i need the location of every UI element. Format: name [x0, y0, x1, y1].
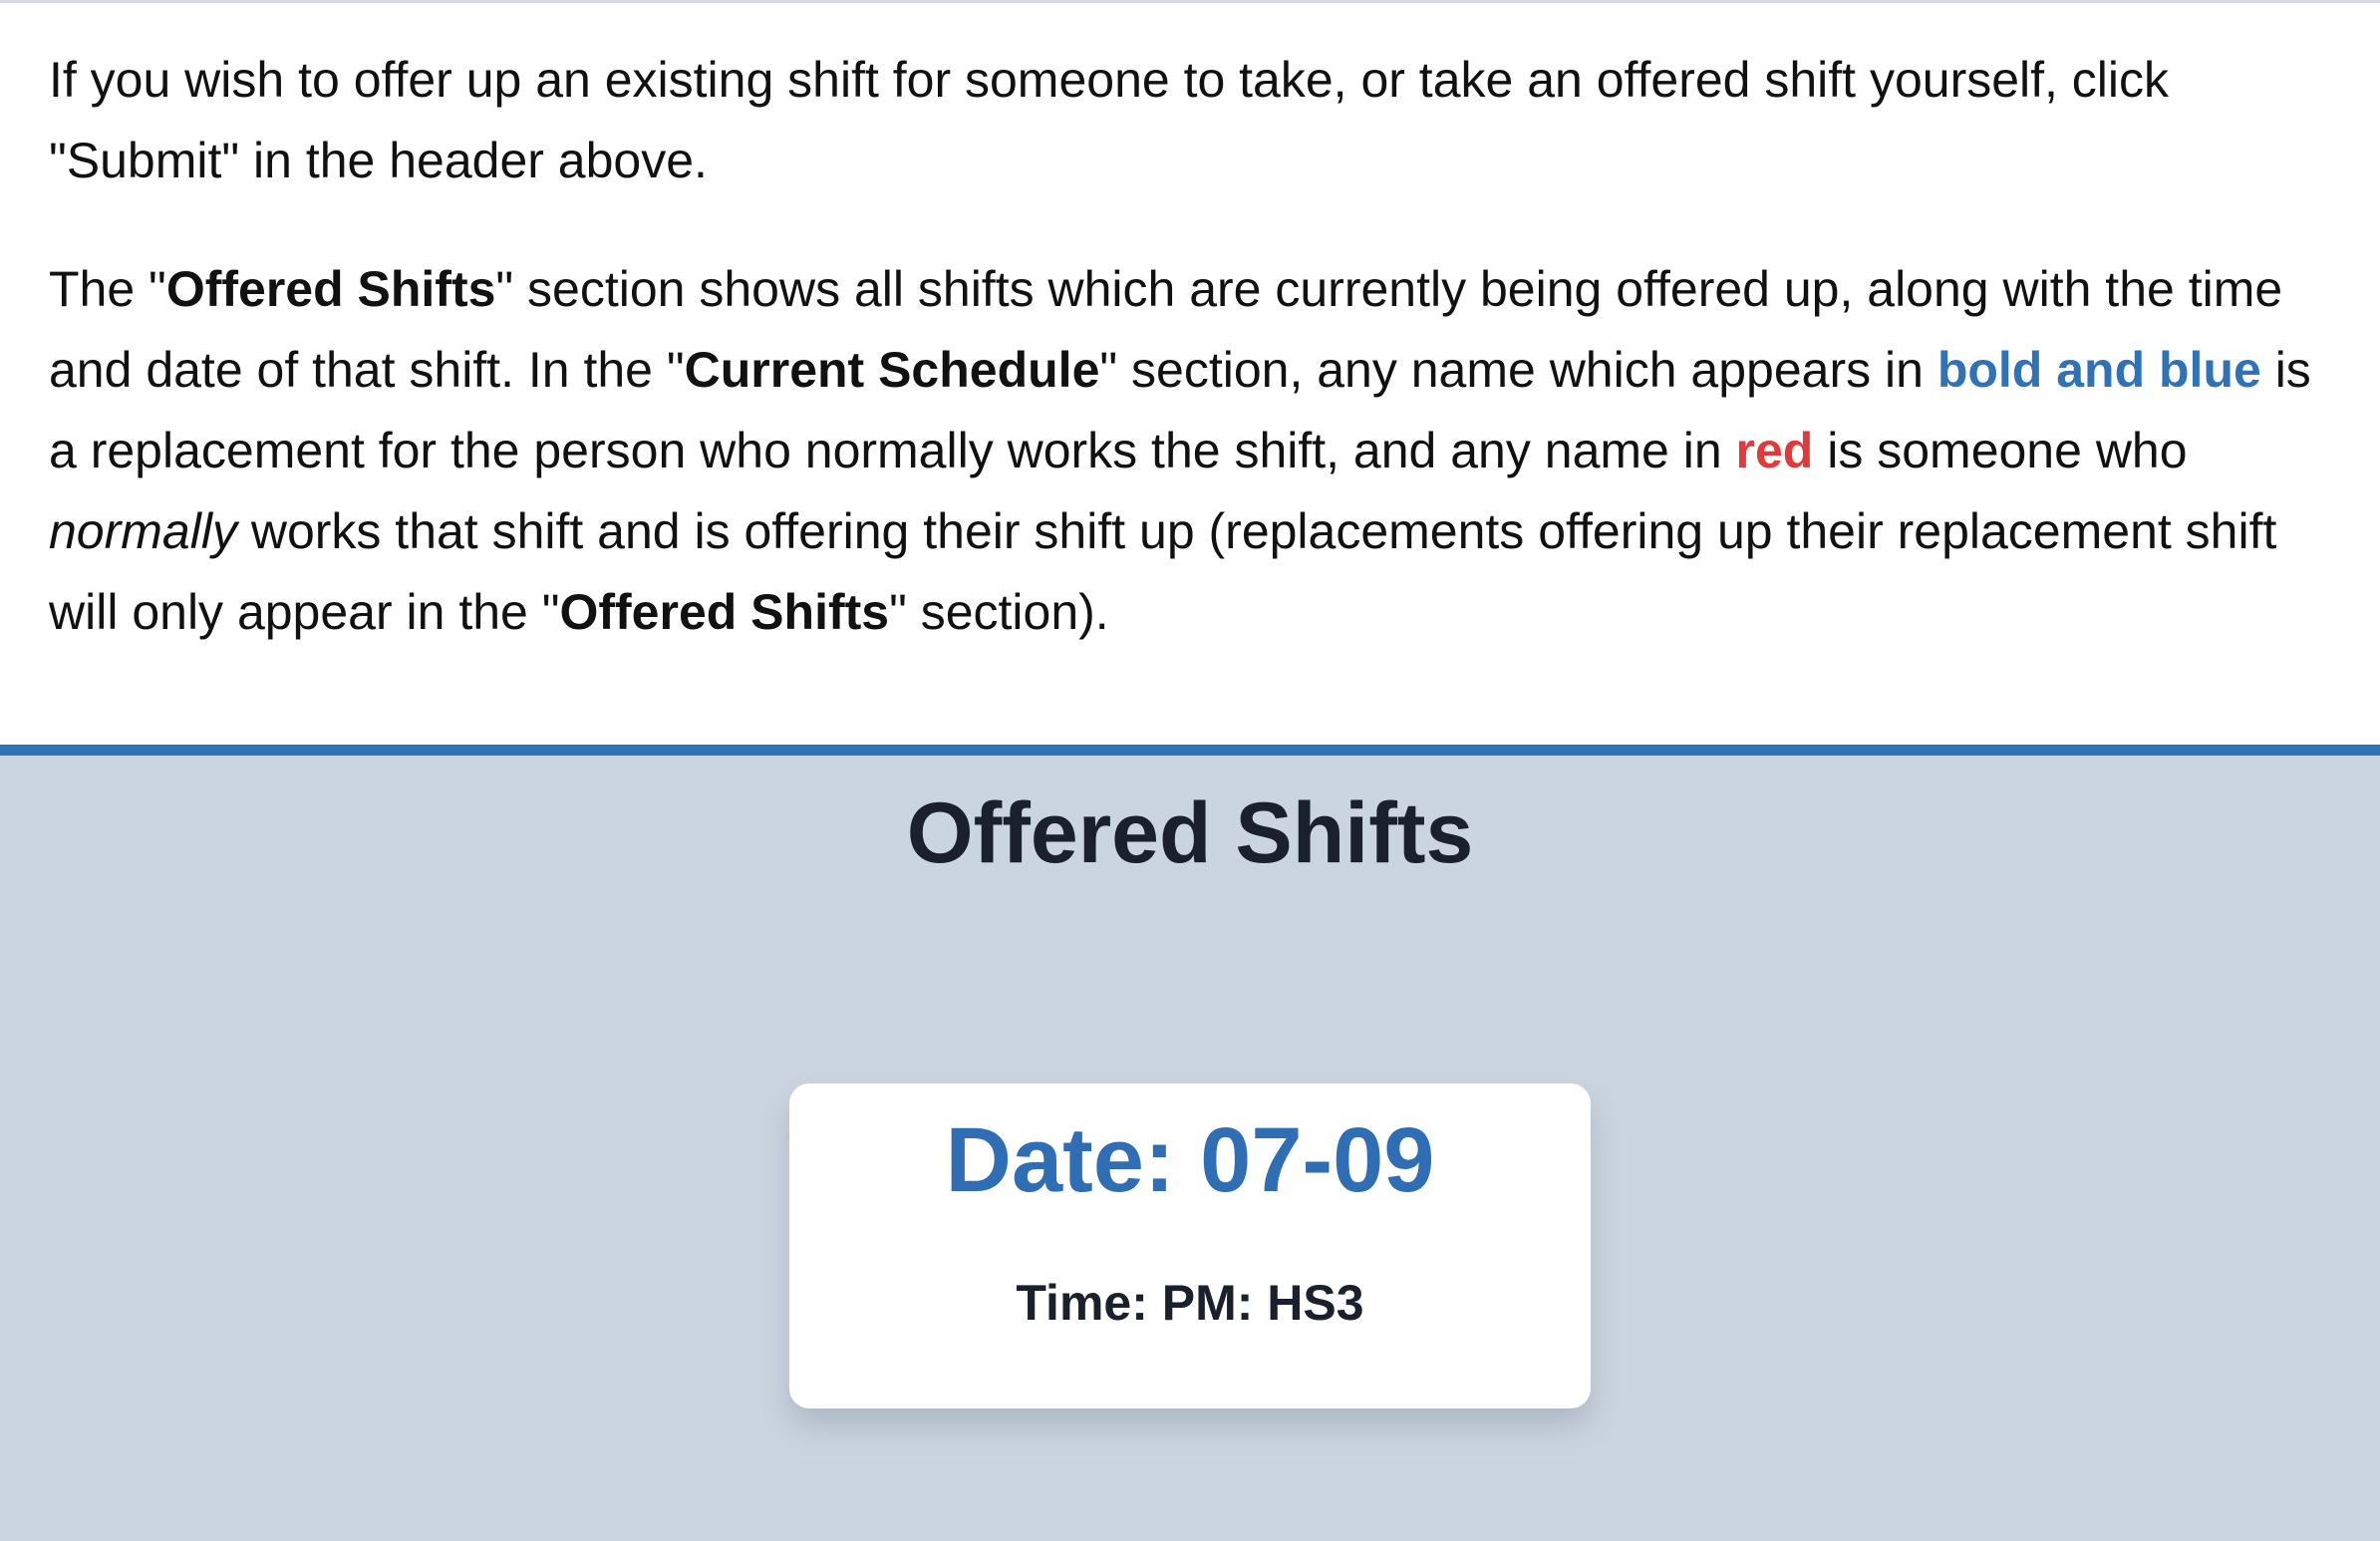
offered-shift-card: Date: 07-09 Time: PM: HS3 [789, 1083, 1591, 1408]
replacement-name-example: bold and blue [1936, 342, 2261, 398]
offered-shifts-title: Offered Shifts [906, 785, 1474, 881]
top-divider [0, 0, 2380, 3]
normally-emphasis: normally [49, 503, 237, 559]
shift-time: Time: PM: HS3 [1016, 1275, 1364, 1331]
offered-shifts-reference-final: Offered Shifts [559, 584, 890, 640]
legend-text-3: " section, any name which appears in [1099, 342, 1937, 398]
instruction-paragraph-legend: The "Offered Shifts" section shows all s… [49, 249, 2341, 653]
legend-text-5: is someone who [1813, 423, 2188, 478]
shift-date: Date: 07-09 [945, 1109, 1435, 1211]
offered-shifts-reference: Offered Shifts [165, 261, 496, 317]
legend-text-6: works that shift and is offering their s… [49, 503, 2277, 640]
offering-name-example: red [1735, 423, 1814, 478]
legend-text-7: " section). [889, 584, 1109, 640]
current-schedule-reference: Current Schedule [684, 342, 1100, 398]
legend-text-1: The " [49, 261, 166, 317]
instructions: If you wish to offer up an existing shif… [49, 40, 2341, 653]
page: If you wish to offer up an existing shif… [0, 0, 2380, 1541]
instruction-paragraph-submit: If you wish to offer up an existing shif… [49, 52, 2170, 188]
offered-shifts-section: Offered Shifts Date: 07-09 Time: PM: HS3 [0, 745, 2380, 1541]
